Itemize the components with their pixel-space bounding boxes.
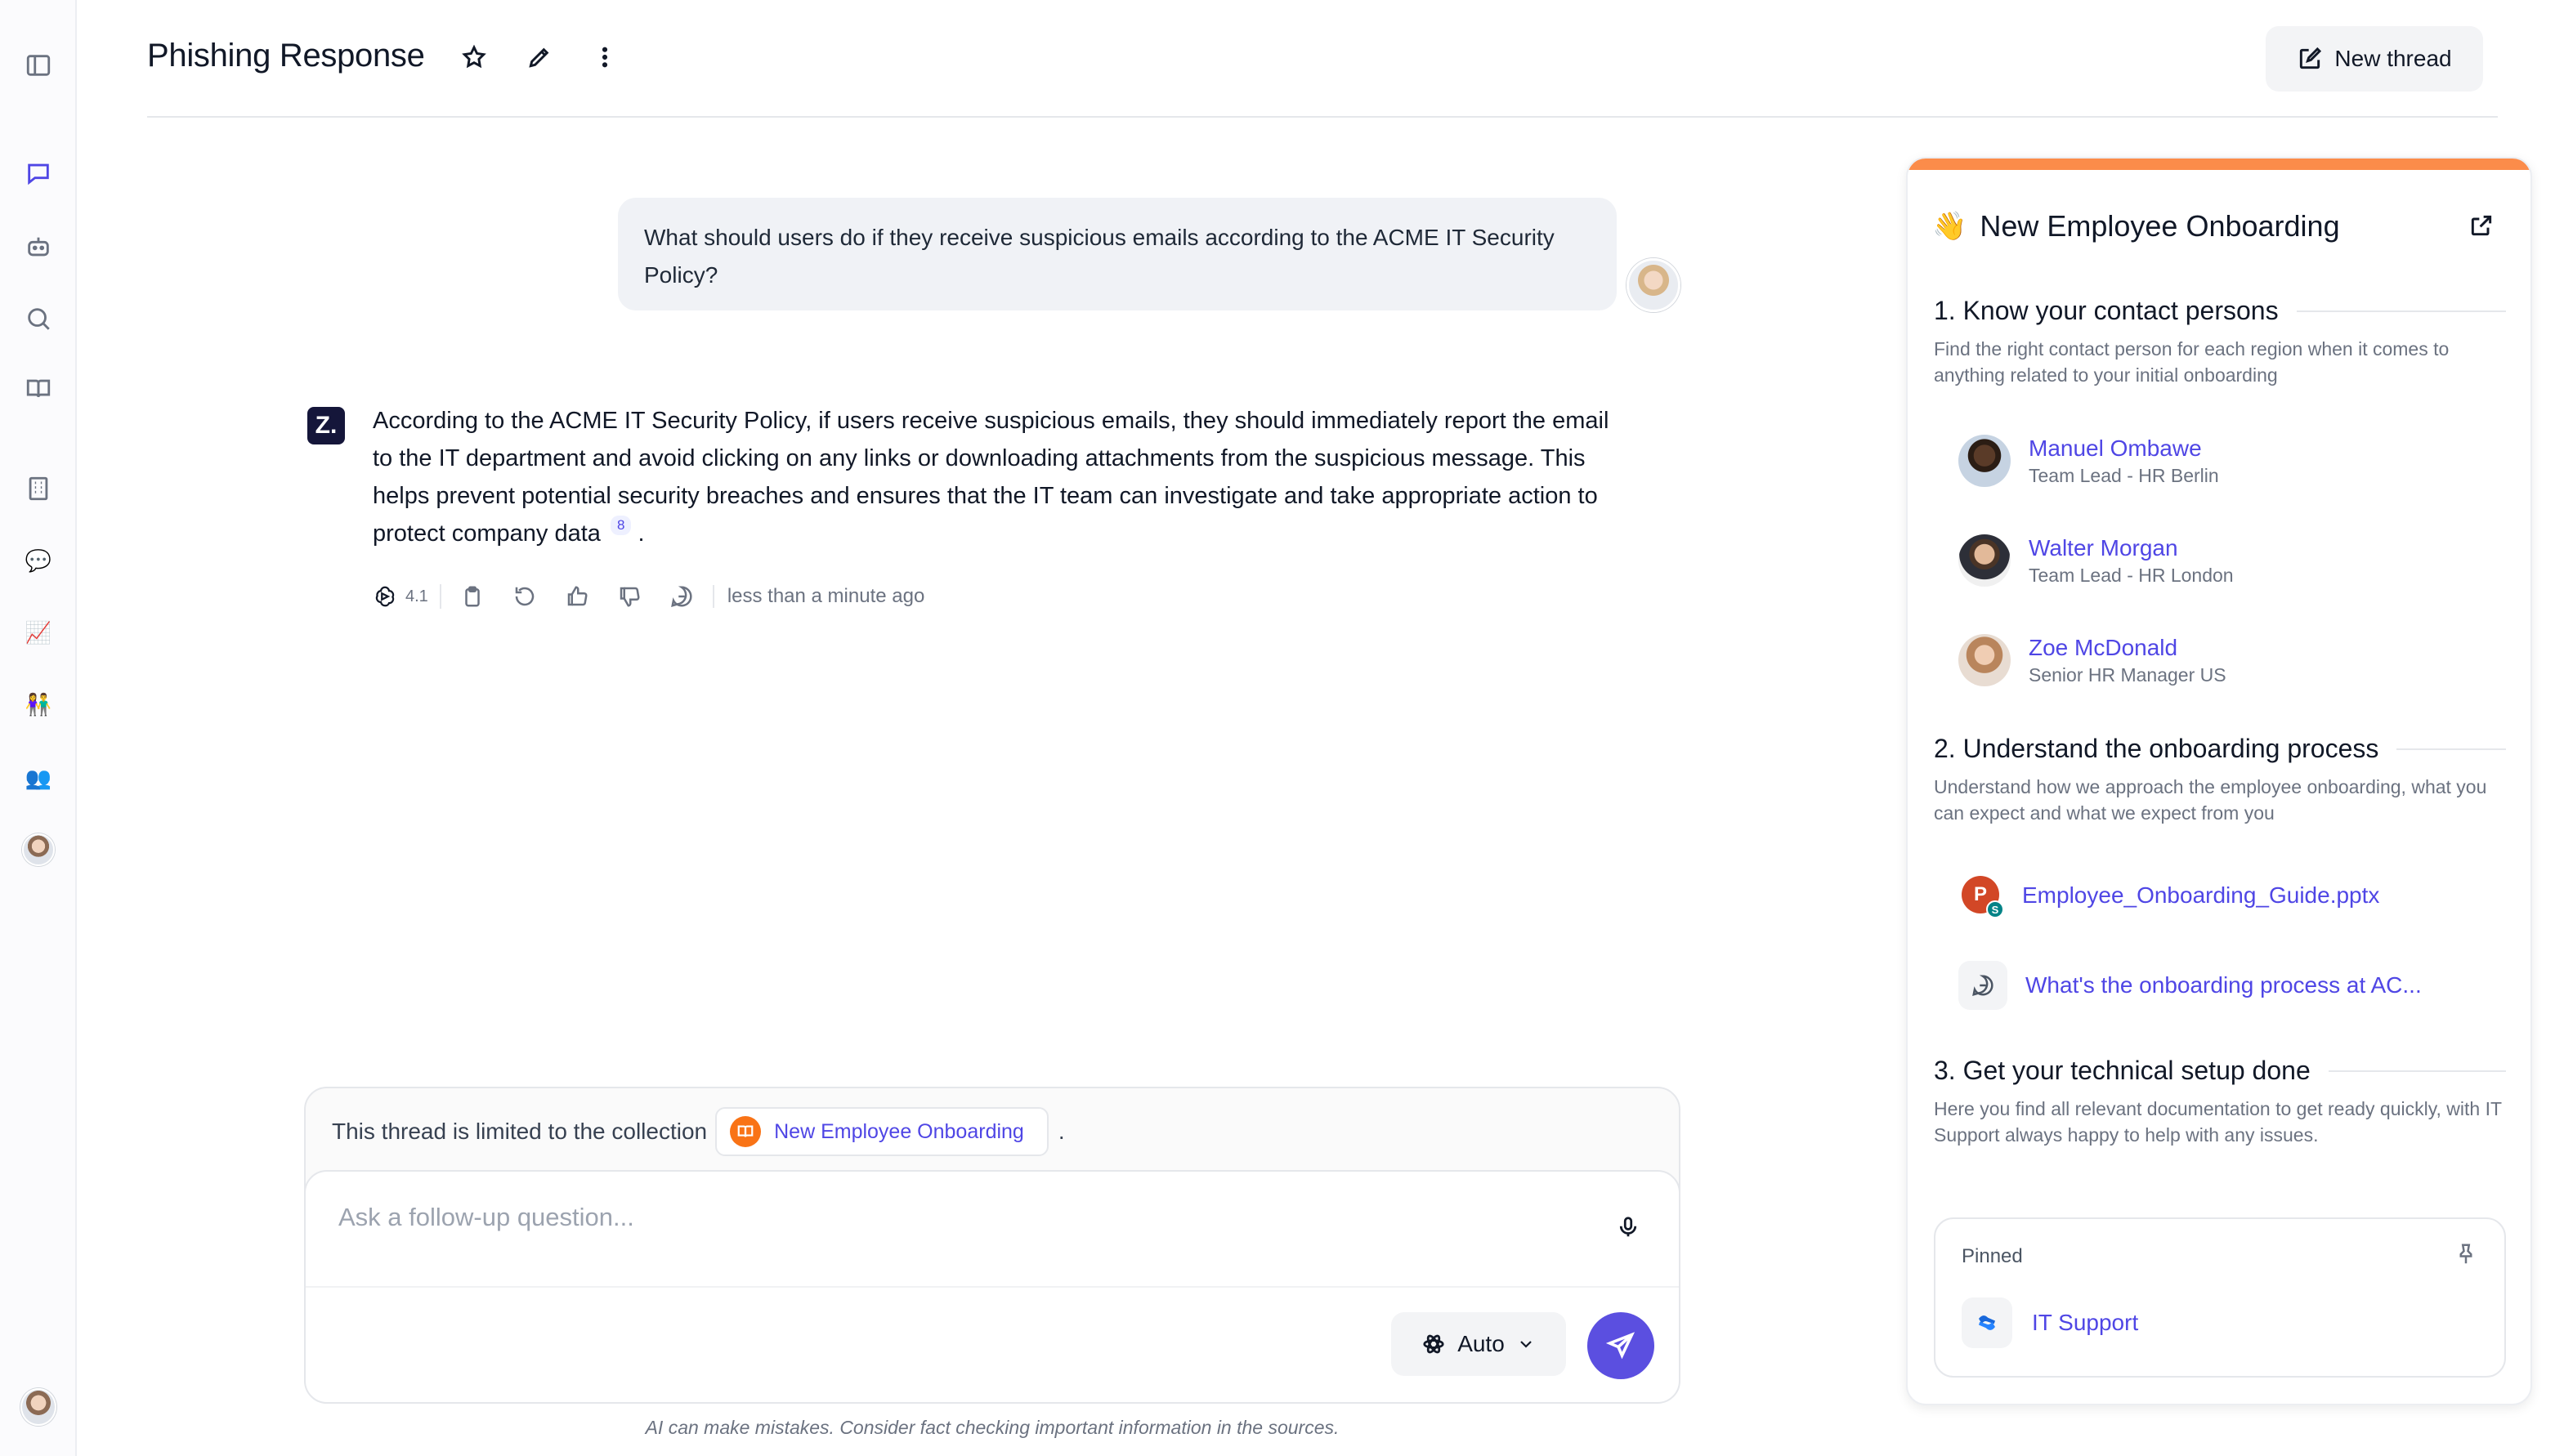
- contact-walter-morgan[interactable]: Walter Morgan Team Lead - HR London: [1958, 528, 2234, 593]
- contact-manuel-ombawe[interactable]: Manuel Ombawe Team Lead - HR Berlin: [1958, 428, 2219, 494]
- contact-role: Senior HR Manager US: [2029, 664, 2226, 686]
- left-sidebar: 💬 📈 👫 👥: [0, 0, 77, 1456]
- openai-logo-icon: [375, 586, 395, 607]
- panel-accent-bar: [1908, 159, 2530, 170]
- thumbs-up-icon[interactable]: [551, 580, 603, 613]
- thread-link-onboarding-process[interactable]: What's the onboarding process at AC...: [1958, 959, 2422, 1012]
- panel-title-text: New Employee Onboarding: [1980, 209, 2340, 243]
- input-divider: [306, 1286, 1679, 1288]
- speech-bubble-emoji-icon[interactable]: 💬: [20, 543, 56, 578]
- external-link-icon[interactable]: [2468, 212, 2498, 242]
- section-onboarding-process: 2. Understand the onboarding process Und…: [1934, 734, 2506, 826]
- copy-icon[interactable]: [446, 580, 499, 613]
- message-timestamp: less than a minute ago: [712, 585, 924, 608]
- collection-avatar[interactable]: [20, 832, 56, 868]
- microphone-icon[interactable]: [1612, 1211, 1644, 1244]
- section-divider: [2396, 748, 2506, 750]
- collection-scope-notice: This thread is limited to the collection…: [332, 1106, 1065, 1157]
- chat-icon: [1958, 961, 2007, 1010]
- section-divider: [2328, 1070, 2506, 1072]
- composer: This thread is limited to the collection…: [304, 1087, 1680, 1404]
- library-book-icon[interactable]: [20, 371, 56, 407]
- pinned-item-it-support[interactable]: IT Support: [1962, 1297, 2138, 1348]
- pinned-item-label: IT Support: [2032, 1310, 2139, 1335]
- contact-zoe-mcdonald[interactable]: Zoe McDonald Senior HR Manager US: [1958, 628, 2226, 693]
- atom-icon: [1423, 1334, 1444, 1354]
- document-link-label: Employee_Onboarding_Guide.pptx: [2022, 882, 2380, 908]
- scope-suffix: .: [1058, 1119, 1065, 1144]
- citation-badge[interactable]: 8: [610, 516, 632, 535]
- building-icon[interactable]: [20, 471, 56, 507]
- thread-link-label: What's the onboarding process at AC...: [2025, 972, 2422, 998]
- ai-disclaimer: AI can make mistakes. Consider fact chec…: [645, 1417, 1340, 1438]
- collection-panel: 👋 New Employee Onboarding 1. Know your c…: [1906, 157, 2532, 1405]
- pinned-card: Pinned IT Support: [1934, 1217, 2506, 1378]
- user-message-bubble: What should users do if they receive sus…: [618, 198, 1617, 310]
- send-button[interactable]: [1587, 1312, 1654, 1379]
- new-thread-label: New thread: [2334, 46, 2452, 71]
- powerpoint-icon: PS: [1958, 873, 2004, 918]
- section-divider: [2296, 310, 2506, 312]
- user-avatar: [1627, 258, 1680, 312]
- toggle-sidebar-icon[interactable]: [20, 47, 56, 83]
- contact-name: Zoe McDonald: [2029, 635, 2178, 660]
- avatar: [1958, 435, 2011, 487]
- page-title: Phishing Response: [147, 38, 425, 74]
- regenerate-icon[interactable]: [499, 580, 551, 613]
- feedback-comment-icon[interactable]: [656, 580, 708, 613]
- assistant-message-end: .: [638, 520, 645, 547]
- pinned-label: Pinned: [1962, 1245, 2023, 1267]
- new-thread-button[interactable]: New thread: [2266, 26, 2483, 92]
- send-plane-icon: [1606, 1332, 1635, 1360]
- section-description: Find the right contact person for each r…: [1934, 338, 2450, 386]
- contact-name: Walter Morgan: [2029, 535, 2178, 561]
- avatar: [1958, 534, 2011, 587]
- assistant-message-text: According to the ACME IT Security Policy…: [373, 408, 1609, 547]
- document-link-onboarding-guide[interactable]: PS Employee_Onboarding_Guide.pptx: [1958, 869, 2379, 922]
- avatar: [1958, 634, 2011, 686]
- rename-pencil-icon[interactable]: [521, 39, 557, 75]
- model-indicator[interactable]: 4.1: [373, 584, 441, 609]
- section-heading: 2. Understand the onboarding process: [1934, 734, 2379, 763]
- section-description: Here you find all relevant documentation…: [1934, 1098, 2502, 1146]
- compose-icon: [2300, 47, 2322, 69]
- follow-up-input[interactable]: [338, 1203, 1564, 1232]
- section-heading: 3. Get your technical setup done: [1934, 1056, 2311, 1085]
- book-icon: [730, 1116, 762, 1147]
- people-holding-hands-emoji-icon[interactable]: 👫: [20, 686, 56, 722]
- panel-title: 👋 New Employee Onboarding: [1932, 209, 2340, 243]
- model-selector-button[interactable]: Auto: [1391, 1312, 1566, 1376]
- collection-chip[interactable]: New Employee Onboarding: [715, 1107, 1049, 1156]
- chat-icon[interactable]: [20, 155, 56, 191]
- collection-chip-label: New Employee Onboarding: [774, 1119, 1024, 1143]
- user-profile-avatar[interactable]: [20, 1388, 56, 1426]
- section-heading: 1. Know your contact persons: [1934, 296, 2279, 325]
- search-icon[interactable]: [20, 301, 56, 337]
- section-contacts: 1. Know your contact persons Find the ri…: [1934, 296, 2506, 388]
- assistant-logo: Z.: [307, 407, 345, 444]
- section-description: Understand how we approach the employee …: [1934, 776, 2487, 824]
- contact-role: Team Lead - HR Berlin: [2029, 465, 2219, 486]
- confluence-icon: [1962, 1297, 2012, 1348]
- scope-prefix: This thread is limited to the collection: [332, 1119, 708, 1144]
- chevron-down-icon: [1520, 1341, 1532, 1348]
- model-version: 4.1: [405, 587, 428, 605]
- pin-icon[interactable]: [2454, 1242, 2480, 1268]
- more-options-icon[interactable]: [587, 39, 623, 75]
- model-selector-label: Auto: [1457, 1331, 1505, 1356]
- assistant-bot-icon[interactable]: [20, 229, 56, 265]
- thread-header: Phishing Response New thread: [147, 25, 2498, 118]
- thumbs-down-icon[interactable]: [603, 580, 656, 613]
- busts-emoji-icon[interactable]: 👥: [20, 760, 56, 796]
- waving-hand-emoji-icon: 👋: [1932, 211, 1967, 242]
- message-actions: 4.1 less than a minute ago: [373, 580, 924, 613]
- question-input-box: Auto: [304, 1170, 1680, 1404]
- assistant-message: According to the ACME IT Security Policy…: [373, 402, 1615, 552]
- section-technical-setup: 3. Get your technical setup done Here yo…: [1934, 1056, 2506, 1148]
- contact-name: Manuel Ombawe: [2029, 435, 2202, 461]
- contact-role: Team Lead - HR London: [2029, 565, 2234, 586]
- chart-increasing-emoji-icon[interactable]: 📈: [20, 614, 56, 650]
- favorite-star-icon[interactable]: [456, 39, 492, 75]
